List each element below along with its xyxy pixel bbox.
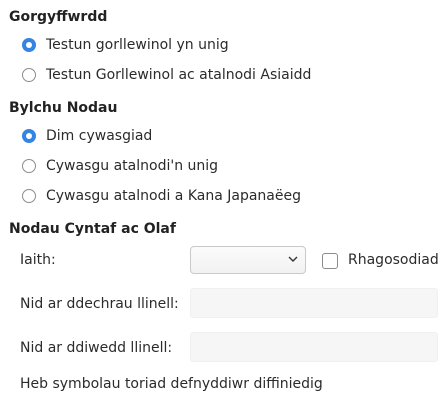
default-checkbox-label[interactable]: Rhagosodiad	[348, 252, 439, 268]
radio-cywasgu-atalnodi[interactable]: Cywasgu atalnodi'n unig	[22, 156, 218, 176]
radio-indicator[interactable]	[22, 129, 36, 143]
end-of-line-label: Nid ar ddiwedd llinell:	[20, 340, 173, 356]
heading-bylchu-nodau: Bylchu Nodau	[9, 100, 118, 116]
radio-dim-cywasgiad[interactable]: Dim cywasgiad	[22, 126, 152, 146]
start-of-line-label: Nid ar ddechrau llinell:	[20, 296, 179, 312]
end-of-line-field[interactable]	[190, 332, 438, 362]
radio-label: Cywasgu atalnodi'n unig	[46, 158, 219, 174]
radio-indicator[interactable]	[22, 189, 36, 203]
status-text: Heb symbolau toriad defnyddiwr diffinied…	[20, 376, 323, 392]
radio-indicator[interactable]	[22, 68, 36, 82]
heading-gorgyffwrdd: Gorgyffwrdd	[9, 9, 108, 25]
default-checkbox[interactable]	[322, 253, 338, 269]
chevron-down-icon	[288, 256, 298, 262]
radio-cywasgu-kana[interactable]: Cywasgu atalnodi a Kana Japanaëeg	[22, 186, 301, 206]
radio-testun-gorllewinol[interactable]: Testun gorllewinol yn unig	[22, 35, 229, 55]
radio-indicator[interactable]	[22, 159, 36, 173]
language-label: Iaith:	[20, 252, 56, 268]
radio-indicator[interactable]	[22, 38, 36, 52]
start-of-line-field[interactable]	[190, 288, 438, 318]
language-select[interactable]	[190, 246, 306, 274]
radio-testun-asiaidd[interactable]: Testun Gorllewinol ac atalnodi Asiaidd	[22, 65, 311, 85]
radio-label: Testun Gorllewinol ac atalnodi Asiaidd	[46, 67, 312, 83]
radio-label: Dim cywasgiad	[46, 128, 153, 144]
heading-nodau-cyntaf-olaf: Nodau Cyntaf ac Olaf	[9, 221, 176, 237]
radio-label: Testun gorllewinol yn unig	[46, 37, 229, 53]
radio-label: Cywasgu atalnodi a Kana Japanaëeg	[46, 188, 301, 204]
